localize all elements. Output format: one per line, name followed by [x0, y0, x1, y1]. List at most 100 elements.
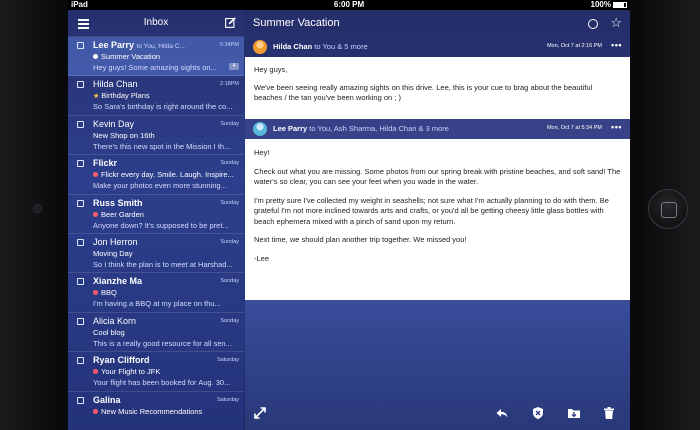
subject-text: New Shop on 16th [93, 130, 155, 140]
sender-text: Ryan Clifford [93, 355, 150, 366]
sender-name: Ryan Clifford [93, 355, 213, 365]
message-list-item[interactable]: Flickr Sunday Flickr every day. Smile. Lau… [68, 155, 244, 195]
sender-name: Hilda Chan [273, 42, 313, 51]
battery-percent: 100% [590, 0, 611, 9]
message-list-item[interactable]: Russ Smith Sunday Beer Garden Anyone down? … [68, 195, 244, 234]
sender-name: Alicia Korn [93, 316, 213, 326]
sender-text: Hilda Chan [93, 79, 138, 90]
message-preview: So Sara's birthday is right around the c… [93, 102, 233, 112]
action-toolbar [245, 398, 630, 430]
select-checkbox[interactable] [77, 160, 84, 168]
sender-text: Russ Smith [93, 197, 143, 208]
message-list-pane: Inbox Lee Parry to You, Hilda C... 5:34PM… [68, 10, 244, 430]
unread-dot-icon [93, 54, 98, 59]
message-list: Lee Parry to You, Hilda C... 5:34PM Summer… [68, 37, 244, 430]
message-time: Sunday [220, 238, 239, 245]
inbox-title: Inbox [143, 17, 169, 28]
ipad-frame: iPad 6:00 PM 100% Inbox Lee Parry to You… [0, 0, 700, 430]
circle-icon[interactable] [588, 19, 598, 29]
sender-name: Kevin Day [93, 119, 213, 129]
body-line: We've been seeing really amazing sights … [254, 82, 593, 103]
sender-name: Lee Parry to You, Hilda C... [93, 40, 213, 50]
reply-icon[interactable] [495, 406, 509, 420]
select-checkbox[interactable] [77, 238, 84, 246]
shield-icon[interactable] [531, 406, 545, 420]
message-list-item[interactable]: Jon Herron Sunday Moving Day So I think the… [68, 234, 244, 274]
message-time: Sunday [220, 120, 239, 127]
select-checkbox[interactable] [77, 120, 84, 128]
select-checkbox[interactable] [77, 317, 84, 325]
folder-icon[interactable] [567, 406, 581, 420]
sender-text: Flickr [93, 158, 118, 169]
thread-header-hilda[interactable]: Hilda Chan to You & 5 more Mon, Oct 7 at… [245, 37, 630, 57]
message-body-hilda: Hey guys, We've been seeing really amazi… [245, 57, 630, 119]
message-list-item[interactable]: Ryan Clifford Saturday Your Flight to JFK Y… [68, 352, 244, 392]
thread-count-badge: 4 [229, 63, 239, 70]
message-preview: Hey guys! Some amazing sights on... [93, 63, 217, 72]
message-subject: Your Flight to JFK [93, 367, 238, 376]
message-preview: Anyone down? It's supposed to be pret... [93, 220, 229, 230]
body-line: Hey! [254, 148, 270, 157]
body-line: Next time, we should plan another trip t… [254, 235, 467, 244]
thread-header-lee[interactable]: Lee Parry to You, Ash Sharma, Hilda Chan… [245, 119, 630, 139]
sender-text: Lee Parry [93, 40, 135, 50]
select-checkbox[interactable] [77, 199, 84, 207]
sender-name: Hilda Chan [93, 79, 213, 89]
message-preview: So I think the plan is to meet at Harsha… [93, 259, 233, 269]
message-body-lee: Hey! Check out what you are missing. Som… [245, 139, 630, 300]
subject-text: Moving Day [93, 248, 133, 258]
body-line: -Lee [254, 253, 270, 263]
star-icon: ★ [93, 93, 100, 101]
message-subject: New Music Recommendations [93, 407, 238, 416]
message-preview: Make your photos even more stunning... [93, 181, 227, 191]
trash-icon[interactable] [602, 406, 616, 420]
select-checkbox[interactable] [77, 278, 84, 286]
message-time: 2:18PM [220, 81, 239, 88]
subject-text: Birthday Plans [101, 91, 150, 101]
more-options-icon[interactable]: ••• [611, 40, 622, 50]
select-checkbox[interactable] [77, 81, 84, 89]
select-checkbox[interactable] [77, 357, 84, 365]
message-time: Saturday [216, 357, 239, 364]
select-checkbox[interactable] [77, 42, 84, 49]
expand-icon[interactable] [253, 406, 267, 420]
battery-icon [613, 2, 627, 8]
battery-status: 100% [591, 0, 627, 10]
message-time: Sunday [220, 199, 239, 206]
screen: iPad 6:00 PM 100% Inbox Lee Parry to You… [68, 0, 630, 430]
select-checkbox[interactable] [77, 396, 84, 404]
sender-name: Galina [93, 395, 213, 405]
subject-text: Your Flight to JFK [101, 367, 161, 377]
message-list-item[interactable]: Galina Saturday New Music Recommendations [68, 392, 244, 430]
compose-icon[interactable] [225, 17, 236, 28]
recipients: to You & 5 more [314, 42, 368, 51]
message-time: Sunday [220, 160, 239, 167]
message-list-item[interactable]: Hilda Chan 2:18PM ★ Birthday Plans So Sara's… [68, 76, 244, 116]
sender-text: Jon Herron [93, 236, 138, 247]
message-list-item[interactable]: Lee Parry to You, Hilda C... 5:34PM Summer… [68, 37, 244, 77]
home-button[interactable] [648, 189, 688, 229]
recipients: to You, Ash Sharma, Hilda Chan & 3 more [309, 124, 449, 133]
avatar [253, 40, 267, 54]
message-subject: Cool blog [93, 328, 238, 337]
message-subject: BBQ [93, 288, 238, 297]
message-subject: Beer Garden [93, 210, 238, 219]
subject-text: Summer Vacation [101, 52, 161, 61]
message-subject: ★ Birthday Plans [93, 91, 238, 100]
message-list-item[interactable]: Xianzhe Ma Sunday BBQ I'm having a BBQ at m… [68, 273, 244, 313]
message-list-item[interactable]: Kevin Day Sunday New Shop on 16th There's t… [68, 116, 244, 156]
front-camera [33, 204, 42, 213]
subject-text: Beer Garden [101, 209, 144, 219]
subject-text: New Music Recommendations [101, 406, 203, 416]
more-options-icon[interactable]: ••• [611, 122, 622, 132]
thread-from: Hilda Chan to You & 5 more [273, 42, 368, 51]
message-preview: There's this new spot in the Mission I t… [93, 141, 231, 151]
thread-date: Mon, Oct 7 at 5:34 PM [546, 125, 602, 131]
recipients: to You, Hilda C... [136, 43, 185, 50]
sender-name: Lee Parry [273, 124, 308, 133]
message-list-item[interactable]: Alicia Korn Sunday Cool blog This is a real… [68, 313, 244, 353]
message-time: Saturday [216, 396, 239, 403]
message-subject: Flickr every day. Smile. Laugh. Inspire.… [93, 170, 238, 179]
message-subject: New Shop on 16th [93, 131, 238, 140]
star-icon[interactable]: ☆ [610, 15, 622, 31]
